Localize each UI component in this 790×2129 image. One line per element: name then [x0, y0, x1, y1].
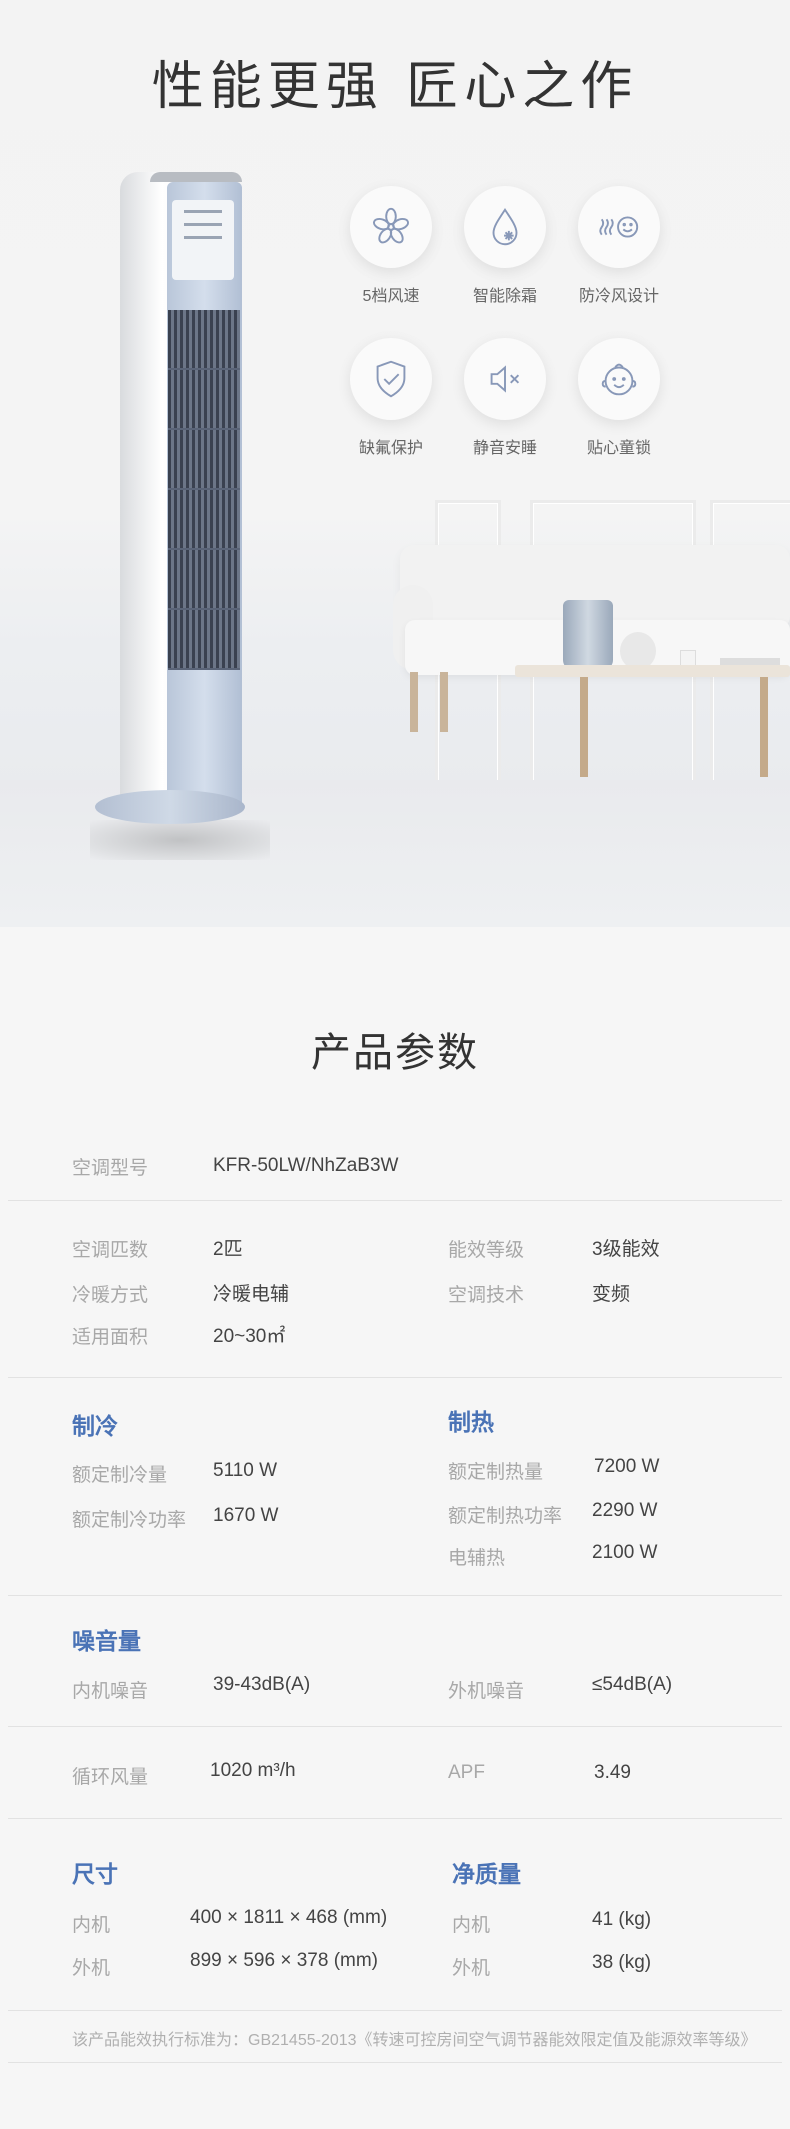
feature-item: 智能除霜: [450, 186, 560, 306]
energy-grade-value: 3级能效: [592, 1239, 660, 1260]
outdoor-weight-value: 38 (kg): [592, 1952, 652, 1973]
hero-banner: 性能更强 匠心之作 5档风速 智能除霜 防冷风设计 缺氟保护 静音安睡 贴心童锁: [0, 0, 790, 927]
heating-capacity-label: 额定制热量: [448, 1462, 544, 1483]
feature-item: 防冷风设计: [564, 186, 674, 306]
heating-power-label: 额定制热功率: [448, 1506, 563, 1527]
fan-icon: [373, 207, 409, 244]
aux-heat-label: 电辅热: [448, 1548, 506, 1569]
feature-icon-circle: [578, 186, 660, 268]
indoor-weight-value: 41 (kg): [592, 1909, 652, 1930]
wind-smile-icon: [599, 216, 639, 238]
hero-title: 性能更强 匠心之作: [151, 57, 639, 117]
cooling-section-title: 制冷: [72, 1413, 118, 1439]
model-value: KFR-50LW/NhZaB3W: [213, 1155, 399, 1176]
outdoor-noise-value: ≤54dB(A): [592, 1674, 673, 1695]
feature-icon-circle: [350, 338, 432, 420]
energy-grade-label: 能效等级: [448, 1240, 525, 1261]
aux-heat-value: 2100 W: [592, 1542, 658, 1563]
cooling-capacity-value: 5110 W: [213, 1460, 278, 1481]
cooling-power-value: 1670 W: [213, 1505, 279, 1526]
outdoor-noise-label: 外机噪音: [448, 1681, 525, 1702]
apf-value: 3.49: [594, 1762, 631, 1783]
ac-grille-bars: [168, 310, 240, 670]
feature-icon-circle: [464, 338, 546, 420]
energy-standard-footnote: 该产品能效执行标准为：GB21455-2013《转速可控房间空气调节器能效限定值…: [72, 2032, 757, 2049]
baby-face-icon: [601, 363, 637, 396]
cooling-capacity-label: 额定制冷量: [72, 1465, 168, 1486]
weight-section-title: 净质量: [452, 1861, 521, 1887]
feature-item: 5档风速: [336, 186, 446, 306]
outdoor-size-value: 899 × 596 × 378 (mm): [190, 1950, 378, 1971]
indoor-size-label: 内机: [72, 1915, 111, 1936]
specs-title: 产品参数: [311, 1030, 479, 1076]
divider: [8, 1595, 782, 1596]
ac-shadow: [90, 820, 270, 860]
outdoor-weight-label: 外机: [452, 1958, 491, 1979]
indoor-size-value: 400 × 1811 × 468 (mm): [190, 1907, 388, 1928]
outdoor-size-label: 外机: [72, 1958, 111, 1979]
drop-snowflake-icon: [492, 208, 518, 246]
mute-speaker-icon: [490, 365, 520, 393]
feature-icon-circle: [350, 186, 432, 268]
hp-value: 2匹: [213, 1239, 243, 1260]
mode-label: 冷暖方式: [72, 1285, 149, 1306]
feature-icon-circle: [578, 338, 660, 420]
feature-label: 静音安睡: [472, 440, 537, 457]
divider: [8, 2010, 782, 2011]
hp-label: 空调匹数: [72, 1240, 149, 1261]
feature-item: 静音安睡: [450, 338, 560, 458]
sofa-leg: [410, 672, 418, 732]
apf-label: APF: [448, 1762, 485, 1783]
sofa-leg: [440, 672, 448, 732]
heating-capacity-value: 7200 W: [594, 1456, 660, 1477]
divider: [8, 1200, 782, 1201]
area-value: 20~30㎡: [213, 1326, 286, 1347]
model-label: 空调型号: [72, 1158, 149, 1179]
divider: [8, 2062, 782, 2063]
cooling-power-label: 额定制冷功率: [72, 1510, 187, 1531]
indoor-weight-label: 内机: [452, 1915, 491, 1936]
airflow-value: 1020 m³/h: [210, 1760, 296, 1781]
feature-label: 贴心童锁: [586, 440, 651, 457]
tech-label: 空调技术: [448, 1285, 525, 1306]
vase: [563, 600, 613, 670]
heating-section-title: 制热: [448, 1409, 494, 1435]
feature-item: 贴心童锁: [564, 338, 674, 458]
noise-section-title: 噪音量: [72, 1628, 141, 1654]
feature-label: 缺氟保护: [358, 440, 423, 457]
table-leg: [760, 677, 768, 777]
heating-power-value: 2290 W: [592, 1500, 658, 1521]
feature-label: 智能除霜: [472, 288, 537, 305]
indoor-noise-label: 内机噪音: [72, 1681, 149, 1702]
feature-item: 缺氟保护: [336, 338, 446, 458]
ac-base: [95, 790, 245, 824]
coffee-table: [515, 665, 790, 677]
feature-label: 防冷风设计: [578, 288, 659, 305]
ac-top: [150, 172, 242, 182]
divider: [8, 1818, 782, 1819]
divider: [8, 1726, 782, 1727]
mode-value: 冷暖电辅: [213, 1284, 290, 1305]
indoor-noise-value: 39-43dB(A): [213, 1674, 311, 1695]
airflow-label: 循环风量: [72, 1767, 149, 1788]
feature-label: 5档风速: [362, 288, 420, 305]
feature-icon-circle: [464, 186, 546, 268]
area-label: 适用面积: [72, 1327, 149, 1348]
ac-display: [172, 200, 234, 280]
shield-check-icon: [376, 360, 406, 398]
table-leg: [580, 677, 588, 777]
tech-value: 变频: [592, 1284, 631, 1305]
size-section-title: 尺寸: [72, 1861, 118, 1887]
divider: [8, 1377, 782, 1378]
